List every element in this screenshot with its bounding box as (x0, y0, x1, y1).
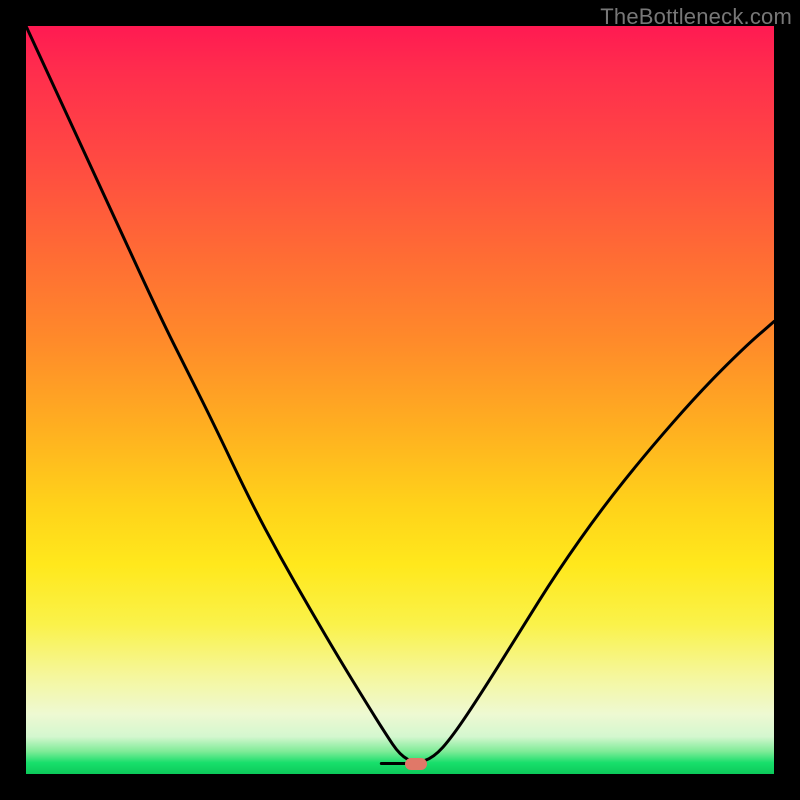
curve-layer (26, 26, 774, 774)
optimum-marker (405, 758, 427, 770)
plot-area (26, 26, 774, 774)
chart-stage: TheBottleneck.com (0, 0, 800, 800)
bottleneck-curve (26, 26, 774, 764)
attribution-text: TheBottleneck.com (600, 4, 792, 30)
